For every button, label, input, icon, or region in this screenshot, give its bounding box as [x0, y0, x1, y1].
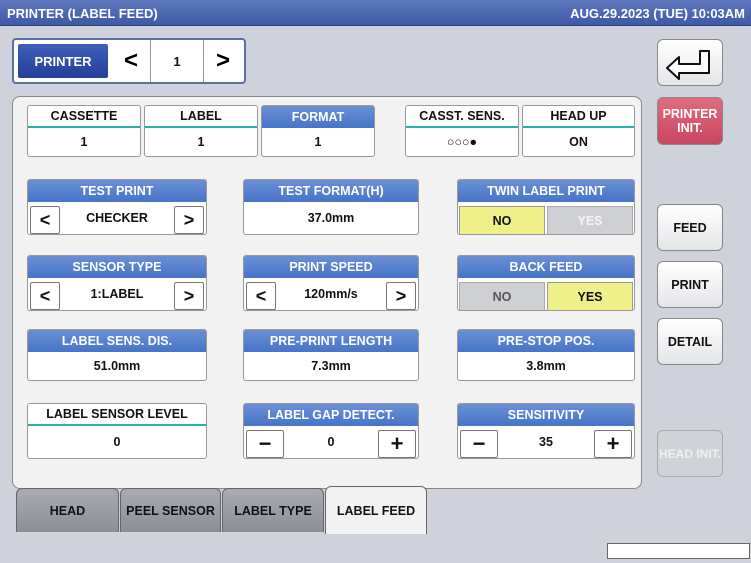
print-speed-value: 120mm/s	[304, 287, 358, 301]
datetime: AUG.29.2023 (TUE) 10:03AM	[570, 6, 745, 21]
twin-label-print-field: TWIN LABEL PRINT NO YES	[457, 179, 635, 235]
twin-label-print-label: TWIN LABEL PRINT	[458, 180, 634, 202]
tab-label-feed[interactable]: LABEL FEED	[325, 486, 427, 534]
printer-number: 1	[173, 53, 181, 69]
pre-print-length-value: 7.3mm	[311, 359, 351, 373]
head-init-button[interactable]: HEAD INIT.	[657, 430, 723, 477]
pre-print-length-label: PRE-PRINT LENGTH	[244, 330, 418, 352]
format-value: 1	[314, 135, 322, 149]
title-bar: PRINTER (LABEL FEED) AUG.29.2023 (TUE) 1…	[0, 0, 751, 26]
back-feed-no-button[interactable]: NO	[459, 282, 545, 310]
pre-stop-pos-label: PRE-STOP POS.	[458, 330, 634, 352]
tab-peel-sensor[interactable]: PEEL SENSOR	[120, 488, 221, 532]
status-box	[607, 543, 750, 559]
format-label: FORMAT	[262, 106, 374, 128]
back-feed-label: BACK FEED	[458, 256, 634, 278]
test-print-value: CHECKER	[86, 211, 148, 225]
cassette-value: 1	[80, 135, 88, 149]
printer-label: PRINTER	[18, 44, 108, 78]
test-print-field: TEST PRINT < CHECKER >	[27, 179, 207, 235]
test-format-label: TEST FORMAT(H)	[244, 180, 418, 202]
sensitivity-plus-button[interactable]: +	[594, 430, 632, 458]
label-sens-dis-value: 51.0mm	[93, 359, 141, 373]
label-gap-detect-label: LABEL GAP DETECT.	[244, 404, 418, 426]
test-print-next-button[interactable]: >	[174, 206, 204, 234]
head-up-value: ON	[569, 135, 588, 149]
chevron-left-icon: <	[39, 209, 51, 230]
test-format-field[interactable]: TEST FORMAT(H) 37.0mm	[243, 179, 419, 235]
sensor-type-prev-button[interactable]: <	[30, 282, 60, 310]
cassette-field: CASSETTE 1	[27, 105, 141, 157]
pre-stop-pos-value: 3.8mm	[526, 359, 566, 373]
detail-button[interactable]: DETAIL	[657, 318, 723, 365]
label-gap-minus-button[interactable]: −	[246, 430, 284, 458]
settings-panel: CASSETTE 1 LABEL 1 FORMAT 1 CASST. SENS.…	[12, 96, 642, 489]
test-print-label: TEST PRINT	[28, 180, 206, 202]
plus-icon: +	[390, 431, 404, 456]
head-up-label: HEAD UP	[523, 106, 634, 128]
tab-head[interactable]: HEAD	[16, 488, 119, 532]
label-sens-dis-label: LABEL SENS. DIS.	[28, 330, 206, 352]
label-sensor-level-value: 0	[113, 435, 121, 449]
printer-next-button[interactable]: >	[204, 44, 242, 78]
chevron-right-icon: >	[183, 209, 195, 230]
sensor-type-value: 1:LABEL	[90, 287, 144, 301]
label-gap-plus-button[interactable]: +	[378, 430, 416, 458]
casst-sens-field: CASST. SENS. ○○○●	[405, 105, 519, 157]
twin-label-yes-button[interactable]: YES	[547, 206, 633, 234]
minus-icon: −	[258, 431, 272, 456]
casst-sens-label: CASST. SENS.	[406, 106, 518, 128]
chevron-right-icon: >	[183, 285, 195, 306]
casst-sens-value: ○○○●	[446, 135, 478, 149]
print-speed-prev-button[interactable]: <	[246, 282, 276, 310]
back-feed-field: BACK FEED NO YES	[457, 255, 635, 311]
feed-button[interactable]: FEED	[657, 204, 723, 251]
label-field: LABEL 1	[144, 105, 258, 157]
print-button[interactable]: PRINT	[657, 261, 723, 308]
print-speed-field: PRINT SPEED < 120mm/s >	[243, 255, 419, 311]
minus-icon: −	[472, 431, 486, 456]
twin-label-no-button[interactable]: NO	[459, 206, 545, 234]
back-feed-yes-button[interactable]: YES	[547, 282, 633, 310]
chevron-right-icon: >	[215, 47, 230, 74]
chevron-right-icon: >	[395, 285, 407, 306]
sensitivity-value: 35	[539, 435, 553, 449]
test-format-value: 37.0mm	[307, 211, 355, 225]
window-title: PRINTER (LABEL FEED)	[7, 6, 158, 21]
test-print-prev-button[interactable]: <	[30, 206, 60, 234]
pre-stop-pos-field[interactable]: PRE-STOP POS. 3.8mm	[457, 329, 635, 381]
sensor-type-field: SENSOR TYPE < 1:LABEL >	[27, 255, 207, 311]
format-field: FORMAT 1	[261, 105, 375, 157]
printer-init-button[interactable]: PRINTER INIT.	[657, 97, 723, 145]
label-gap-detect-field: LABEL GAP DETECT. − 0 +	[243, 403, 419, 459]
label-sensor-level-field: LABEL SENSOR LEVEL 0	[27, 403, 207, 459]
label-sens-dis-field[interactable]: LABEL SENS. DIS. 51.0mm	[27, 329, 207, 381]
chevron-left-icon: <	[255, 285, 267, 306]
label-sensor-level-label: LABEL SENSOR LEVEL	[28, 404, 206, 426]
chevron-left-icon: <	[39, 285, 51, 306]
plus-icon: +	[606, 431, 620, 456]
sensitivity-field: SENSITIVITY − 35 +	[457, 403, 635, 459]
tab-label-type[interactable]: LABEL TYPE	[222, 488, 324, 532]
cassette-label: CASSETTE	[28, 106, 140, 128]
label-gap-detect-value: 0	[327, 435, 335, 449]
print-speed-next-button[interactable]: >	[386, 282, 416, 310]
pre-print-length-field[interactable]: PRE-PRINT LENGTH 7.3mm	[243, 329, 419, 381]
sensitivity-minus-button[interactable]: −	[460, 430, 498, 458]
return-arrow-icon	[666, 49, 710, 80]
chevron-left-icon: <	[123, 47, 138, 74]
back-button[interactable]	[657, 39, 723, 86]
printer-selector: PRINTER < 1 >	[12, 38, 246, 84]
head-up-field: HEAD UP ON	[522, 105, 635, 157]
sensor-type-next-button[interactable]: >	[174, 282, 204, 310]
print-speed-label: PRINT SPEED	[244, 256, 418, 278]
label-value: 1	[197, 135, 205, 149]
sensor-type-label: SENSOR TYPE	[28, 256, 206, 278]
printer-prev-button[interactable]: <	[112, 44, 150, 78]
sensitivity-label: SENSITIVITY	[458, 404, 634, 426]
label-label: LABEL	[145, 106, 257, 128]
